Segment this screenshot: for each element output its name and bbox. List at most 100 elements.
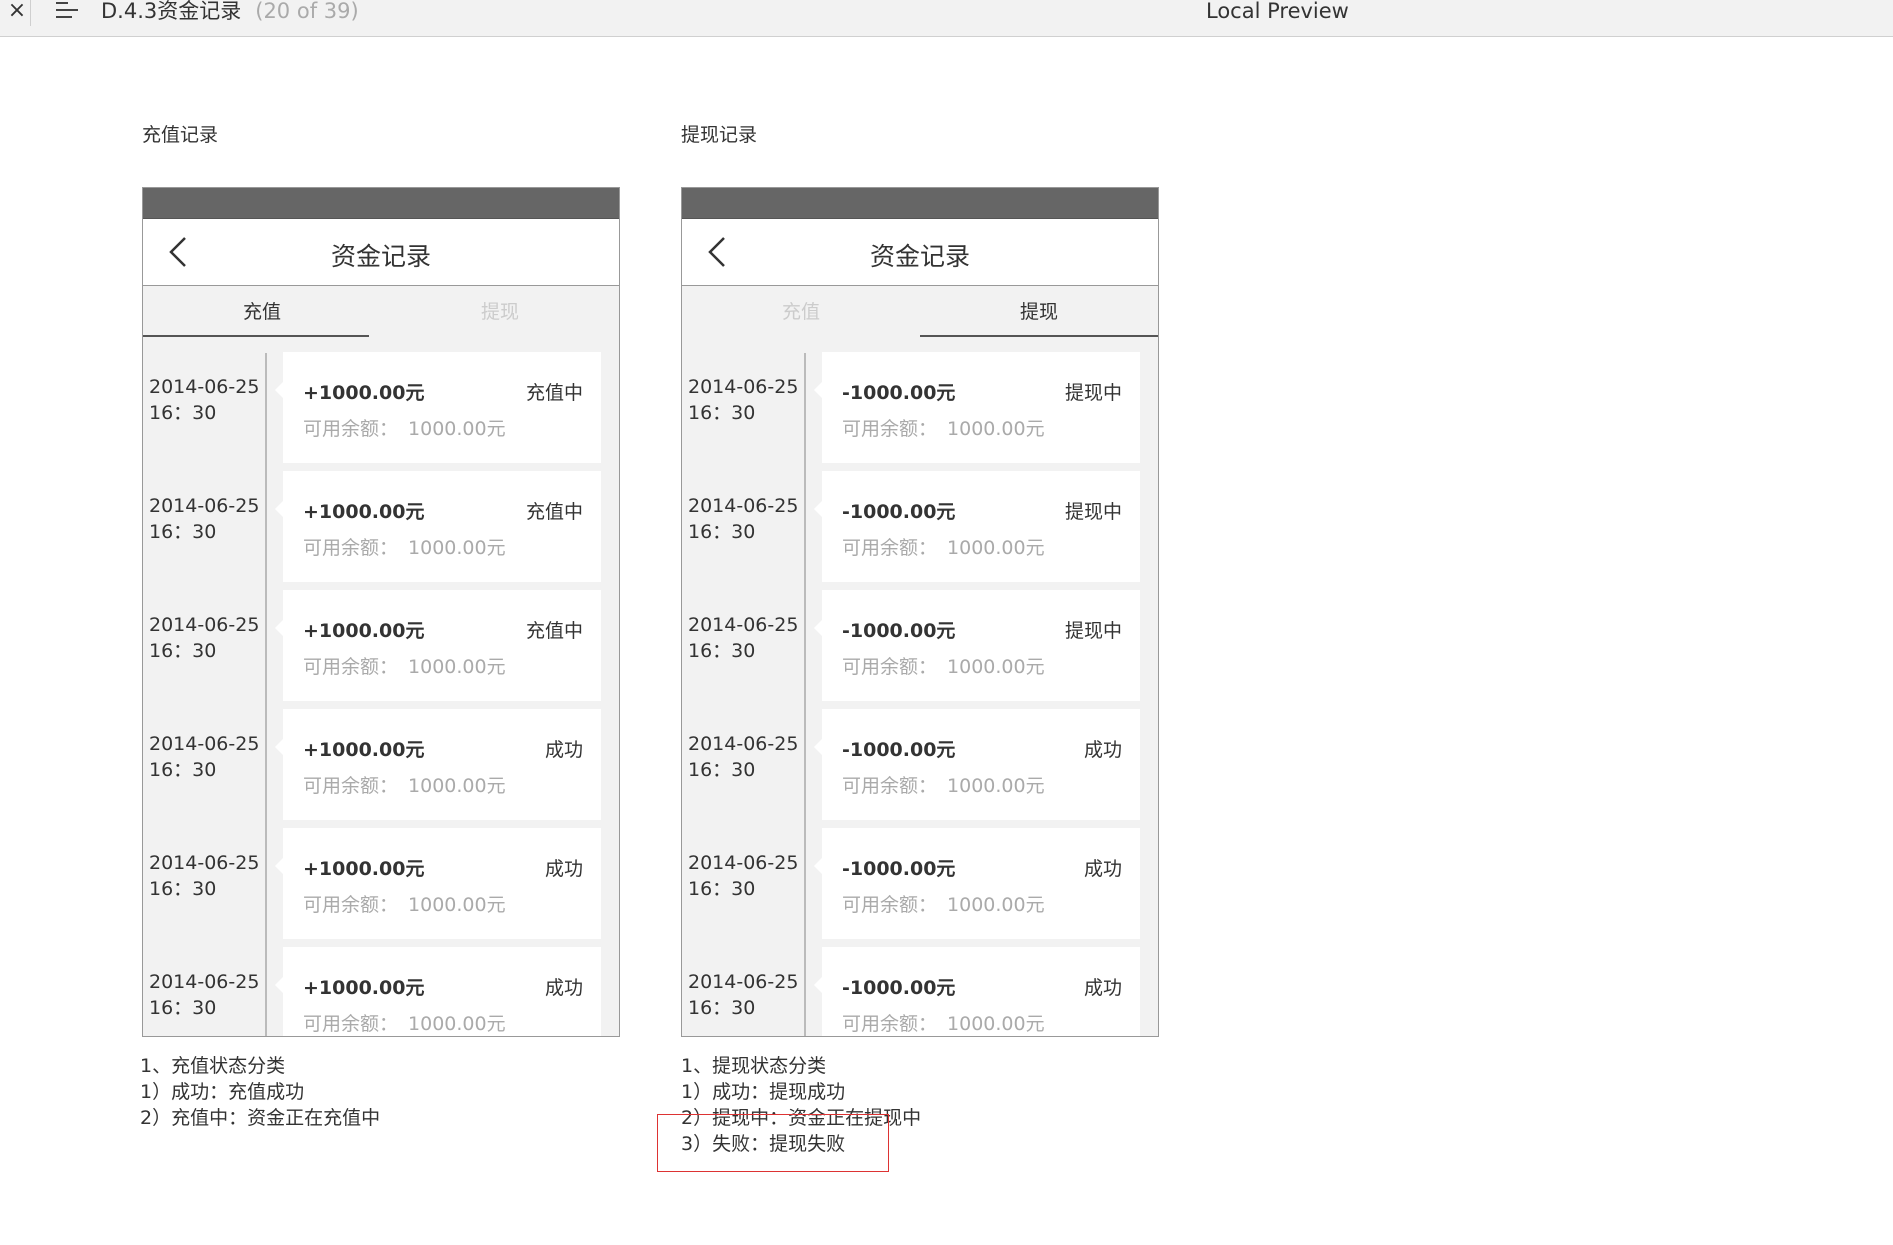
balance-label: 可用余额： — [303, 1013, 399, 1035]
record-amount: +1000.00元 — [303, 382, 425, 404]
record-amount: -1000.00元 — [842, 858, 956, 880]
section-label-withdraw: 提现记录 — [681, 124, 758, 146]
record-amount: -1000.00元 — [842, 382, 956, 404]
close-icon[interactable]: × — [4, 0, 31, 26]
record-item[interactable]: 2014-06-25 16：30 -1000.00元 成功 可用余额： 1000.… — [682, 709, 1158, 828]
balance-value: 1000.00元 — [408, 1013, 506, 1035]
tab-recharge[interactable]: 充值 — [682, 286, 920, 338]
nav-bar: 资金记录 — [143, 218, 619, 286]
record-time: 16：30 — [149, 402, 217, 424]
tab-bar: 充值 提现 — [682, 286, 1158, 338]
note-line: 1、充值状态分类 — [140, 1055, 286, 1077]
top-bar: × D.4.3资金记录 (20 of 39) Local Preview — [0, 0, 1893, 37]
record-status: 成功 — [544, 858, 583, 880]
record-amount: +1000.00元 — [303, 739, 425, 761]
record-item[interactable]: 2014-06-25 16：30 -1000.00元 成功 可用余额： 1000.… — [682, 947, 1158, 1036]
record-status: 提现中 — [1064, 382, 1122, 404]
record-balance: 可用余额： 1000.00元 — [303, 1009, 506, 1036]
balance-label: 可用余额： — [842, 418, 938, 440]
record-date: 2014-06-25 — [149, 614, 260, 636]
record-date: 2014-06-25 — [688, 614, 799, 636]
balance-value: 1000.00元 — [408, 894, 506, 916]
balance-value: 1000.00元 — [947, 775, 1045, 797]
record-item[interactable]: 2014-06-25 16：30 +1000.00元 成功 可用余额： 1000.… — [143, 709, 619, 828]
tab-label: 提现 — [1019, 301, 1058, 323]
record-date: 2014-06-25 — [688, 495, 799, 517]
record-card[interactable]: +1000.00元 成功 可用余额： 1000.00元 — [275, 947, 601, 1036]
record-datetime: 2014-06-25 16：30 — [688, 731, 798, 783]
record-date: 2014-06-25 — [149, 733, 260, 755]
balance-label: 可用余额： — [303, 894, 399, 916]
record-card[interactable]: -1000.00元 成功 可用余额： 1000.00元 — [814, 947, 1140, 1036]
record-status: 提现中 — [1064, 501, 1122, 523]
note-line: 1）成功：提现成功 — [681, 1081, 846, 1103]
record-date: 2014-06-25 — [149, 852, 260, 874]
record-status: 成功 — [544, 739, 583, 761]
record-card[interactable]: -1000.00元 成功 可用余额： 1000.00元 — [814, 828, 1140, 939]
record-amount: -1000.00元 — [842, 620, 956, 642]
balance-value: 1000.00元 — [408, 537, 506, 559]
record-balance: 可用余额： 1000.00元 — [842, 890, 1045, 917]
record-time: 16：30 — [688, 640, 756, 662]
nav-title: 资金记录 — [869, 242, 970, 271]
balance-label: 可用余额： — [303, 656, 399, 678]
record-time: 16：30 — [688, 997, 756, 1019]
record-balance: 可用余额： 1000.00元 — [303, 771, 506, 798]
nav-bar: 资金记录 — [682, 218, 1158, 286]
record-card[interactable]: -1000.00元 成功 可用余额： 1000.00元 — [814, 709, 1140, 820]
status-bar — [143, 188, 619, 218]
record-item[interactable]: 2014-06-25 16：30 +1000.00元 充值中 可用余额： 1000… — [143, 590, 619, 709]
doc-title-text: D.4.3资金记录 — [101, 0, 242, 23]
record-time: 16：30 — [149, 997, 217, 1019]
record-item[interactable]: 2014-06-25 16：30 -1000.00元 提现中 可用余额： 1000… — [682, 471, 1158, 590]
balance-value: 1000.00元 — [947, 656, 1045, 678]
record-datetime: 2014-06-25 16：30 — [688, 493, 798, 545]
record-balance: 可用余额： 1000.00元 — [842, 771, 1045, 798]
record-status: 充值中 — [525, 620, 583, 642]
record-date: 2014-06-25 — [688, 971, 799, 993]
tab-label: 充值 — [781, 301, 820, 323]
record-time: 16：30 — [688, 521, 756, 543]
record-card[interactable]: -1000.00元 提现中 可用余额： 1000.00元 — [814, 471, 1140, 582]
record-item[interactable]: 2014-06-25 16：30 +1000.00元 充值中 可用余额： 1000… — [143, 471, 619, 590]
record-item[interactable]: 2014-06-25 16：30 -1000.00元 提现中 可用余额： 1000… — [682, 352, 1158, 471]
tab-bar: 充值 提现 — [143, 286, 619, 338]
balance-label: 可用余额： — [842, 656, 938, 678]
record-date: 2014-06-25 — [149, 971, 260, 993]
tab-withdraw[interactable]: 提现 — [381, 286, 619, 338]
record-item[interactable]: 2014-06-25 16：30 +1000.00元 成功 可用余额： 1000.… — [143, 828, 619, 947]
record-date: 2014-06-25 — [149, 495, 260, 517]
record-status: 成功 — [1083, 858, 1122, 880]
record-card[interactable]: -1000.00元 提现中 可用余额： 1000.00元 — [814, 352, 1140, 463]
record-card[interactable]: +1000.00元 成功 可用余额： 1000.00元 — [275, 828, 601, 939]
record-item[interactable]: 2014-06-25 16：30 +1000.00元 成功 可用余额： 1000.… — [143, 947, 619, 1036]
menu-icon[interactable] — [56, 2, 78, 22]
tab-label: 提现 — [480, 301, 519, 323]
record-item[interactable]: 2014-06-25 16：30 +1000.00元 充值中 可用余额： 1000… — [143, 352, 619, 471]
note-line: 1）成功：充值成功 — [140, 1081, 305, 1103]
nav-title: 资金记录 — [330, 242, 431, 271]
record-item[interactable]: 2014-06-25 16：30 -1000.00元 成功 可用余额： 1000.… — [682, 828, 1158, 947]
record-list: 2014-06-25 16：30 -1000.00元 提现中 可用余额： 1000… — [682, 338, 1158, 1036]
note-line: 1、提现状态分类 — [681, 1055, 827, 1077]
record-time: 16：30 — [149, 640, 217, 662]
record-balance: 可用余额： 1000.00元 — [842, 533, 1045, 560]
record-date: 2014-06-25 — [688, 733, 799, 755]
balance-label: 可用余额： — [303, 418, 399, 440]
record-balance: 可用余额： 1000.00元 — [842, 1009, 1045, 1036]
record-card[interactable]: +1000.00元 成功 可用余额： 1000.00元 — [275, 709, 601, 820]
tab-withdraw[interactable]: 提现 — [920, 286, 1158, 338]
balance-value: 1000.00元 — [408, 656, 506, 678]
record-date: 2014-06-25 — [688, 376, 799, 398]
balance-label: 可用余额： — [303, 775, 399, 797]
record-card[interactable]: +1000.00元 充值中 可用余额： 1000.00元 — [275, 590, 601, 701]
record-card[interactable]: +1000.00元 充值中 可用余额： 1000.00元 — [275, 471, 601, 582]
record-amount: -1000.00元 — [842, 739, 956, 761]
tab-recharge[interactable]: 充值 — [143, 286, 381, 338]
record-item[interactable]: 2014-06-25 16：30 -1000.00元 提现中 可用余额： 1000… — [682, 590, 1158, 709]
record-card[interactable]: -1000.00元 提现中 可用余额： 1000.00元 — [814, 590, 1140, 701]
balance-label: 可用余额： — [842, 1013, 938, 1035]
record-status: 提现中 — [1064, 620, 1122, 642]
preview-title: Local Preview — [1206, 0, 1349, 23]
record-card[interactable]: +1000.00元 充值中 可用余额： 1000.00元 — [275, 352, 601, 463]
